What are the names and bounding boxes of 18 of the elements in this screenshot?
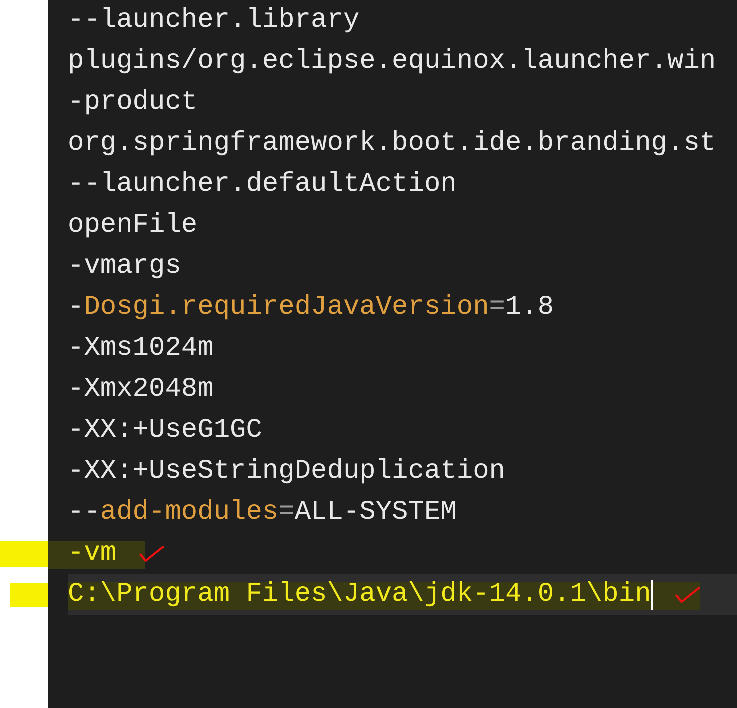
code-line: org.springframework.boot.ide.branding.st — [68, 128, 716, 158]
code-line: C:\Program Files\Java\jdk-14.0.1\bin — [68, 580, 652, 610]
code-line: openFile — [68, 210, 198, 240]
code-line: --launcher.defaultAction — [68, 170, 457, 200]
code-line: --launcher.library — [68, 6, 360, 36]
code-line: -XX:+UseStringDeduplication — [68, 456, 506, 486]
code-line: plugins/org.eclipse.equinox.launcher.win — [68, 46, 716, 76]
code-line: -product — [68, 88, 198, 118]
code-line: -Dosgi.requiredJavaVersion=1.8 — [68, 292, 554, 322]
code-line: --add-modules=ALL-SYSTEM — [68, 498, 457, 528]
code-line: -Xmx2048m — [68, 374, 214, 404]
code-line: -Xms1024m — [68, 334, 214, 364]
text-cursor — [651, 580, 654, 610]
code-line: -vm — [68, 538, 117, 568]
check-mark-icon — [675, 584, 702, 604]
code-line: -XX:+UseG1GC — [68, 416, 262, 446]
check-mark-icon — [138, 544, 165, 564]
code-line: -vmargs — [68, 252, 182, 282]
